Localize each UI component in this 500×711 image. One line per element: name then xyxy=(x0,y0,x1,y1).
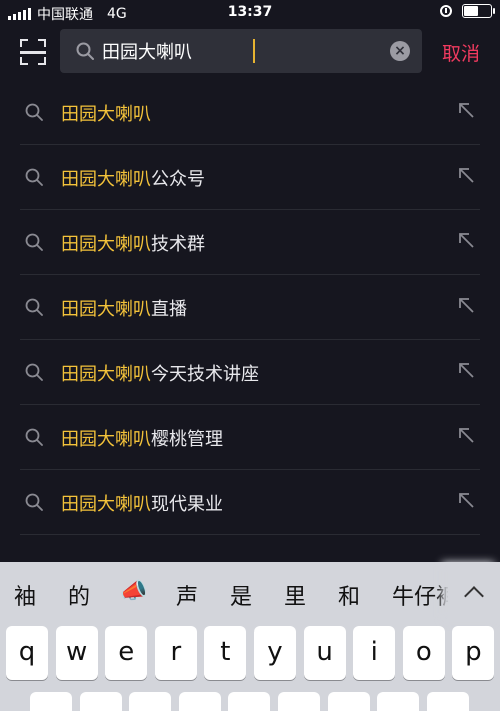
key-q[interactable]: q xyxy=(6,626,48,680)
candidate-word[interactable]: 声 xyxy=(176,579,198,611)
expand-candidates-button[interactable] xyxy=(448,562,500,622)
suggestion-rest: 公众号 xyxy=(151,169,205,190)
key-y[interactable]: y xyxy=(254,626,296,680)
fill-query-arrow-icon[interactable] xyxy=(456,230,476,250)
chevron-up-icon xyxy=(464,586,484,606)
suggestion-rest: 技术群 xyxy=(151,234,205,255)
suggestion-label: 田园大喇叭公众号 xyxy=(61,165,205,191)
suggestion-item[interactable]: 田园大喇叭 xyxy=(20,80,480,145)
suggestion-label: 田园大喇叭今天技术讲座 xyxy=(61,360,259,386)
battery-icon xyxy=(462,4,495,18)
suggestion-highlight: 田园大喇叭 xyxy=(61,104,151,125)
key-w[interactable]: w xyxy=(55,626,98,680)
keyboard-key[interactable] xyxy=(178,692,221,711)
search-icon xyxy=(25,493,43,511)
search-icon xyxy=(25,103,43,121)
key-u[interactable]: u xyxy=(303,626,346,680)
keyboard: 牛仔裤和里是声 📣 的袖 qwertyuiop xyxy=(0,562,500,711)
suggestion-rest: 直播 xyxy=(151,299,187,320)
fill-query-arrow-icon[interactable] xyxy=(456,100,476,120)
candidate-word[interactable]: 是 xyxy=(230,579,252,611)
suggestion-highlight: 田园大喇叭 xyxy=(61,364,151,385)
keyboard-key[interactable] xyxy=(327,692,370,711)
search-icon xyxy=(25,428,43,446)
suggestion-label: 田园大喇叭 xyxy=(61,100,151,126)
key-e[interactable]: e xyxy=(105,626,148,680)
candidate-bar: 牛仔裤和里是声 📣 的袖 xyxy=(0,562,500,622)
suggestion-list: 田园大喇叭 田园大喇叭公众号 田园大喇叭技术群 田园大喇叭直播 田园大喇叭今天技术讲座田… xyxy=(0,80,500,535)
search-icon xyxy=(25,363,43,381)
fill-query-arrow-icon[interactable] xyxy=(456,360,476,380)
suggestion-highlight: 田园大喇叭 xyxy=(61,169,151,190)
suggestion-label: 田园大喇叭樱桃管理 xyxy=(61,425,223,451)
candidate-word[interactable]: 和 xyxy=(338,579,360,611)
suggestion-highlight: 田园大喇叭 xyxy=(61,234,151,255)
suggestion-highlight: 田园大喇叭 xyxy=(61,299,151,320)
key-p[interactable]: p xyxy=(452,626,495,680)
keyboard-key[interactable] xyxy=(30,692,72,711)
suggestion-label: 田园大喇叭现代果业 xyxy=(61,490,223,516)
candidate-word[interactable]: 的 xyxy=(68,579,90,611)
candidate-word[interactable]: 里 xyxy=(284,579,306,611)
scan-icon[interactable] xyxy=(20,39,46,65)
candidate-word[interactable]: 📣 xyxy=(120,579,147,604)
fill-query-arrow-icon[interactable] xyxy=(456,425,476,445)
candidate-word[interactable]: 袖 xyxy=(14,579,36,611)
fill-query-arrow-icon[interactable] xyxy=(456,165,476,185)
suggestion-item[interactable]: 田园大喇叭现代果业 xyxy=(20,470,480,535)
suggestion-item[interactable]: 田园大喇叭樱桃管理 xyxy=(20,405,480,470)
search-icon xyxy=(25,298,43,316)
search-icon xyxy=(76,42,94,60)
status-bar: 中国联通 4G 13:37 xyxy=(0,0,500,26)
search-box[interactable]: × xyxy=(60,29,422,73)
suggestion-item[interactable]: 田园大喇叭公众号 xyxy=(20,145,480,210)
fill-query-arrow-icon[interactable] xyxy=(456,295,476,315)
search-input[interactable] xyxy=(102,29,382,73)
status-time: 13:37 xyxy=(227,4,273,20)
keyboard-key[interactable] xyxy=(129,692,172,711)
keyboard-key[interactable] xyxy=(278,692,320,711)
clear-icon[interactable]: × xyxy=(390,41,410,61)
suggestion-item[interactable]: 田园大喇叭直播 xyxy=(20,275,480,340)
key-t[interactable]: t xyxy=(204,626,247,680)
text-caret xyxy=(253,39,255,63)
keyboard-key[interactable] xyxy=(79,692,122,711)
suggestion-rest: 现代果业 xyxy=(151,494,223,515)
suggestion-highlight: 田园大喇叭 xyxy=(61,494,151,515)
keyboard-key[interactable] xyxy=(426,692,469,711)
suggestion-label: 田园大喇叭直播 xyxy=(61,295,187,321)
key-r[interactable]: r xyxy=(154,626,197,680)
key-i[interactable]: i xyxy=(353,626,396,680)
suggestion-highlight: 田园大喇叭 xyxy=(61,429,151,450)
suggestion-label: 田园大喇叭技术群 xyxy=(61,230,205,256)
suggestion-item[interactable]: 田园大喇叭技术群 xyxy=(20,210,480,275)
keyboard-key[interactable] xyxy=(228,692,271,711)
search-icon xyxy=(25,233,43,251)
cancel-button[interactable]: 取消 xyxy=(442,39,480,66)
keyboard-key[interactable] xyxy=(377,692,420,711)
search-header: × 取消 xyxy=(0,26,500,82)
key-o[interactable]: o xyxy=(402,626,445,680)
suggestion-rest: 今天技术讲座 xyxy=(151,364,259,385)
suggestion-item[interactable]: 田园大喇叭今天技术讲座 xyxy=(20,340,480,405)
fill-query-arrow-icon[interactable] xyxy=(456,490,476,510)
suggestion-rest: 樱桃管理 xyxy=(151,429,223,450)
search-icon xyxy=(25,168,43,186)
orientation-lock-icon xyxy=(440,5,452,17)
